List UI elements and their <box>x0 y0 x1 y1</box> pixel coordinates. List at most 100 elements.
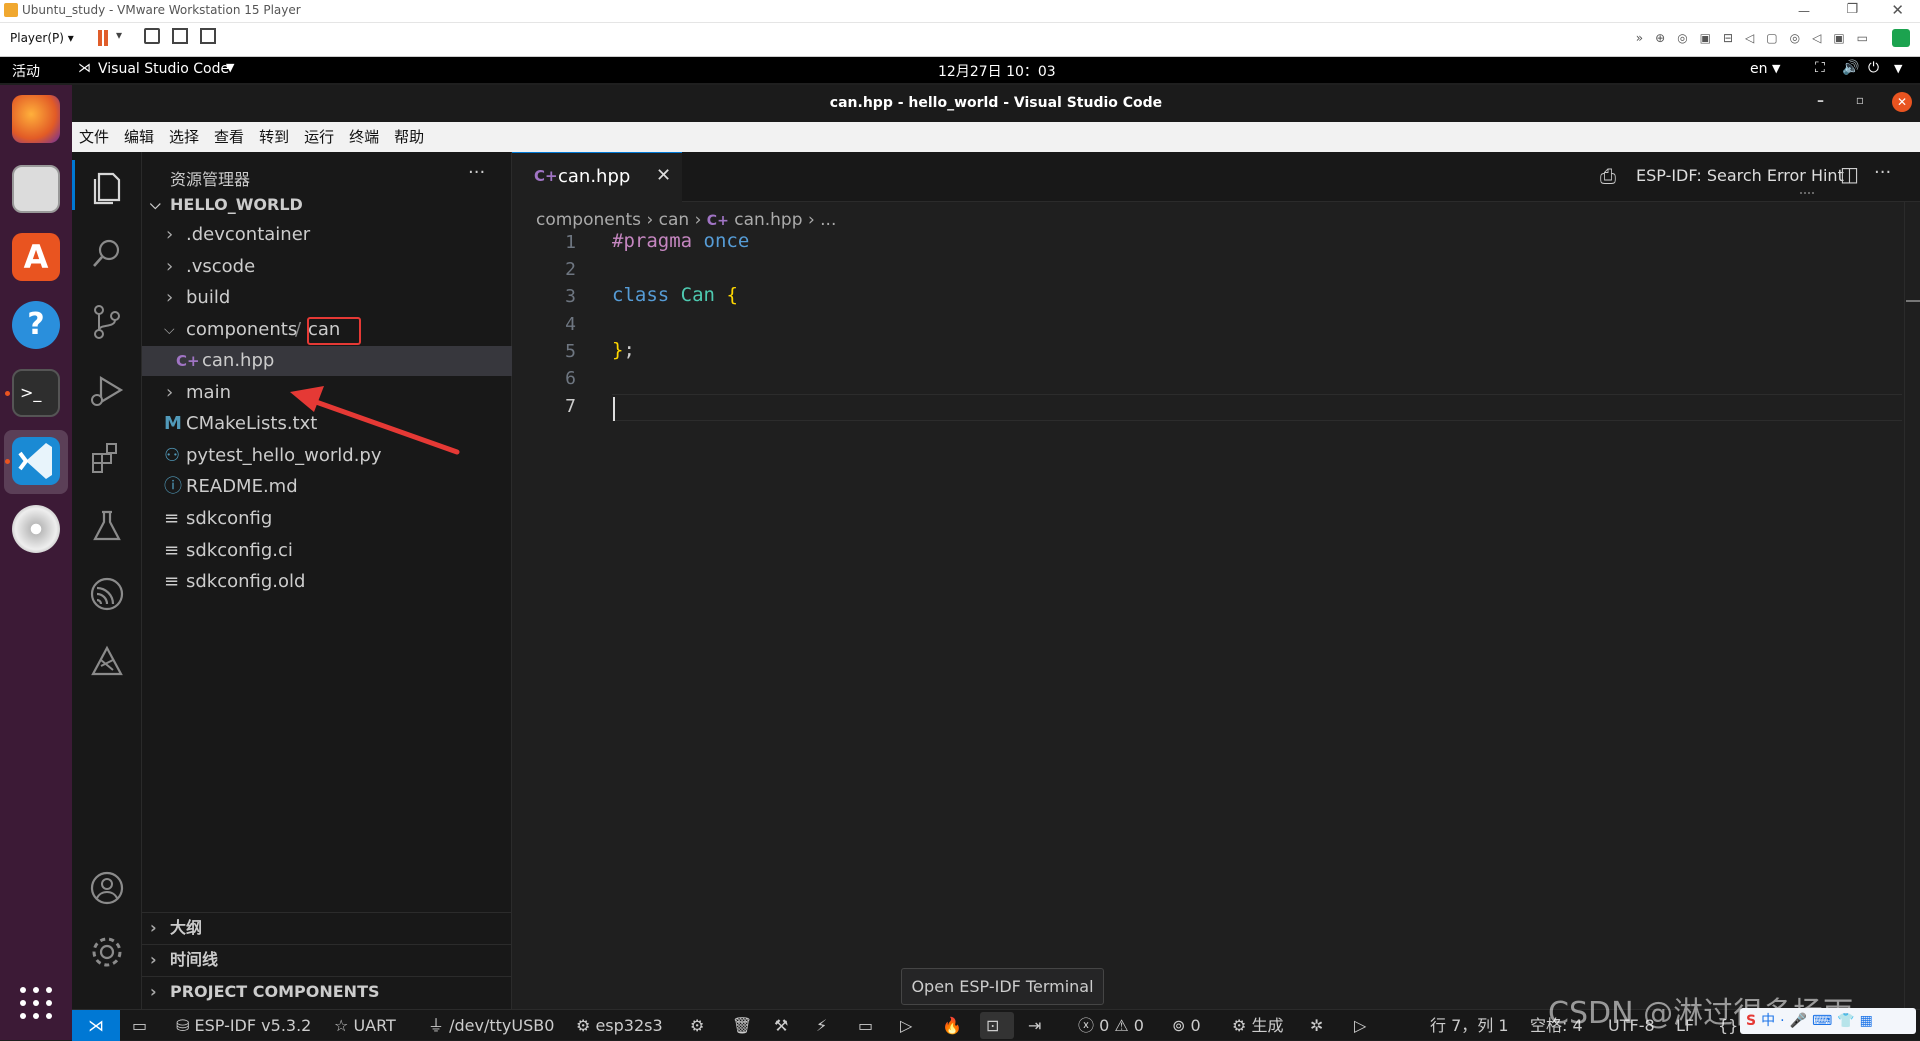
breadcrumb-item[interactable]: components <box>536 210 641 230</box>
project-manager-icon[interactable] <box>87 642 127 682</box>
run-debug-icon[interactable] <box>87 370 127 410</box>
remote-indicator-icon[interactable]: ⋊ <box>72 1010 120 1041</box>
close-icon[interactable]: ✕ <box>1891 1 1904 19</box>
software-center-icon[interactable]: A <box>12 233 60 281</box>
unity-icon[interactable] <box>200 28 216 44</box>
help-icon[interactable]: ? <box>12 301 60 349</box>
input-language[interactable]: en <box>1750 61 1768 77</box>
window-minimize-icon[interactable]: – <box>1817 93 1824 109</box>
section-timeline[interactable]: › 时间线 <box>142 945 512 975</box>
section-outline[interactable]: › 大纲 <box>142 913 512 943</box>
esp-idf-terminal-icon[interactable]: ⊡ <box>986 1010 999 1041</box>
workspace-header[interactable]: ⌵ HELLO_WORLD <box>142 190 512 220</box>
menu-selection[interactable]: 选择 <box>169 122 199 152</box>
source-control-icon[interactable] <box>87 302 127 342</box>
bug-icon[interactable]: ✲ <box>1310 1010 1323 1041</box>
menu-help[interactable]: 帮助 <box>394 122 424 152</box>
tree-item-components[interactable]: ⌵ components / can <box>142 315 512 345</box>
ime-toolbar[interactable]: S中·🎤⌨👕▦ <box>1740 1008 1916 1034</box>
pause-icon[interactable] <box>98 30 102 46</box>
split-editor-icon[interactable]: ◫ <box>1840 162 1859 186</box>
fullscreen-icon[interactable] <box>172 28 188 44</box>
problems-item[interactable]: ⓧ 0 ⚠ 0 <box>1078 1010 1144 1041</box>
sdk-config-icon[interactable]: ⚙ <box>690 1010 704 1041</box>
send-ctrl-alt-del-icon[interactable] <box>144 28 160 44</box>
full-clean-icon[interactable]: 🗑 <box>732 1010 752 1041</box>
menu-go[interactable]: 转到 <box>259 122 289 152</box>
target-item[interactable]: ⚙ esp32s3 <box>576 1010 663 1041</box>
menu-view[interactable]: 查看 <box>214 122 244 152</box>
minimize-icon[interactable]: — <box>1798 4 1810 18</box>
show-applications-icon[interactable] <box>18 985 54 1021</box>
player-menu-label: Player(P) <box>10 31 64 45</box>
esp-idf-icon[interactable] <box>87 574 127 614</box>
code-line-1[interactable]: #pragma once <box>612 230 749 252</box>
player-menu-button[interactable]: Player(P) ▾ <box>10 31 74 45</box>
menu-terminal[interactable]: 终端 <box>349 122 379 152</box>
monitor-icon[interactable]: ▭ <box>858 1010 873 1041</box>
tree-item-vscode[interactable]: › .vscode <box>142 252 512 282</box>
tree-item-sdkconfig-ci[interactable]: ≡ sdkconfig.ci <box>142 536 512 566</box>
search-error-hint-button[interactable]: ESP-IDF: Search Error Hint <box>1636 166 1844 185</box>
ports-item[interactable]: ⊚ 0 <box>1172 1010 1201 1041</box>
terminal-icon[interactable]: >_ <box>12 369 60 417</box>
debug-icon[interactable]: ▷ <box>900 1010 912 1041</box>
extensions-icon[interactable] <box>87 438 127 478</box>
folder-icon[interactable]: ▭ <box>132 1010 147 1041</box>
files-icon[interactable] <box>12 165 60 213</box>
tree-item-readme[interactable]: ⓘ README.md <box>142 472 512 502</box>
vm-notes-icon[interactable] <box>1892 29 1910 47</box>
system-menu-chevron-icon[interactable]: ▼ <box>1894 62 1902 75</box>
dvd-icon[interactable] <box>12 505 60 553</box>
explorer-more-button[interactable]: ··· <box>468 162 485 183</box>
window-maximize-icon[interactable]: ▫ <box>1856 93 1864 107</box>
tree-item-build[interactable]: › build <box>142 283 512 313</box>
device-icons[interactable]: »⊕◎▣⊟◁▢◎◁▣▭ <box>1550 31 1880 47</box>
power-icon[interactable]: ⏻ <box>1868 60 1879 76</box>
breadcrumb-item[interactable]: can.hpp <box>734 210 802 230</box>
build-wrench-icon[interactable]: ⚒ <box>774 1010 788 1041</box>
pause-dropdown-icon[interactable]: ▾ <box>116 28 122 42</box>
search-error-hint-icon[interactable]: ⎙ <box>1600 164 1616 188</box>
window-close-icon[interactable]: ✕ <box>1892 92 1912 112</box>
menu-run[interactable]: 运行 <box>304 122 334 152</box>
execute-task-icon[interactable]: ⇥ <box>1028 1010 1041 1041</box>
tree-item-label: sdkconfig.old <box>186 571 306 592</box>
serial-port-item[interactable]: ⏚ /dev/ttyUSB0 <box>428 1010 554 1041</box>
vscode-icon[interactable] <box>12 437 60 485</box>
clock[interactable]: 12月27日 10：03 <box>938 61 1056 81</box>
menu-edit[interactable]: 编辑 <box>124 122 154 152</box>
code-line-3[interactable]: class Can { <box>612 284 738 306</box>
search-icon[interactable] <box>87 234 127 274</box>
menu-file[interactable]: 文件 <box>79 122 109 152</box>
tree-item-sdkconfig[interactable]: ≡ sdkconfig <box>142 504 512 534</box>
esp-idf-version-item[interactable]: ⛁ ESP-IDF v5.3.2 <box>176 1010 311 1041</box>
testing-icon[interactable] <box>87 506 127 546</box>
breadcrumb-item[interactable]: ... <box>820 210 836 230</box>
explorer-icon[interactable] <box>87 166 127 206</box>
build-item[interactable]: ⚙ 生成 <box>1232 1010 1283 1041</box>
settings-gear-icon[interactable] <box>87 932 127 972</box>
firefox-icon[interactable] <box>12 95 60 143</box>
editor-more-icon[interactable]: ··· <box>1874 162 1891 183</box>
run-icon[interactable]: ▷ <box>1354 1010 1366 1041</box>
tab-can-hpp[interactable]: C+ can.hpp ✕ <box>512 152 682 202</box>
tree-item-sdkconfig-old[interactable]: ≡ sdkconfig.old <box>142 567 512 597</box>
tree-item-devcontainer[interactable]: › .devcontainer <box>142 220 512 250</box>
breadcrumb-item[interactable]: can <box>659 210 690 230</box>
vertical-scrollbar[interactable] <box>1904 202 1920 1009</box>
restore-icon[interactable]: ❐ <box>1846 2 1858 17</box>
flash-icon[interactable]: ⚡ <box>816 1010 827 1041</box>
cursor-position[interactable]: 行 7，列 1 <box>1430 1010 1509 1041</box>
section-project-components[interactable]: › PROJECT COMPONENTS <box>142 977 512 1007</box>
minimap[interactable] <box>1800 192 1814 198</box>
activities-button[interactable]: 活动 <box>12 61 40 81</box>
build-flash-monitor-icon[interactable]: 🔥 <box>942 1010 962 1041</box>
flash-method-item[interactable]: ☆ UART <box>334 1010 396 1041</box>
app-menu-label[interactable]: Visual Studio Code <box>98 61 229 77</box>
accounts-icon[interactable] <box>87 868 127 908</box>
network-icon[interactable]: ⛶ <box>1815 60 1825 76</box>
tab-close-icon[interactable]: ✕ <box>656 165 671 186</box>
code-line-5[interactable]: }; <box>612 339 635 361</box>
volume-icon[interactable]: 🔊 <box>1842 60 1859 76</box>
